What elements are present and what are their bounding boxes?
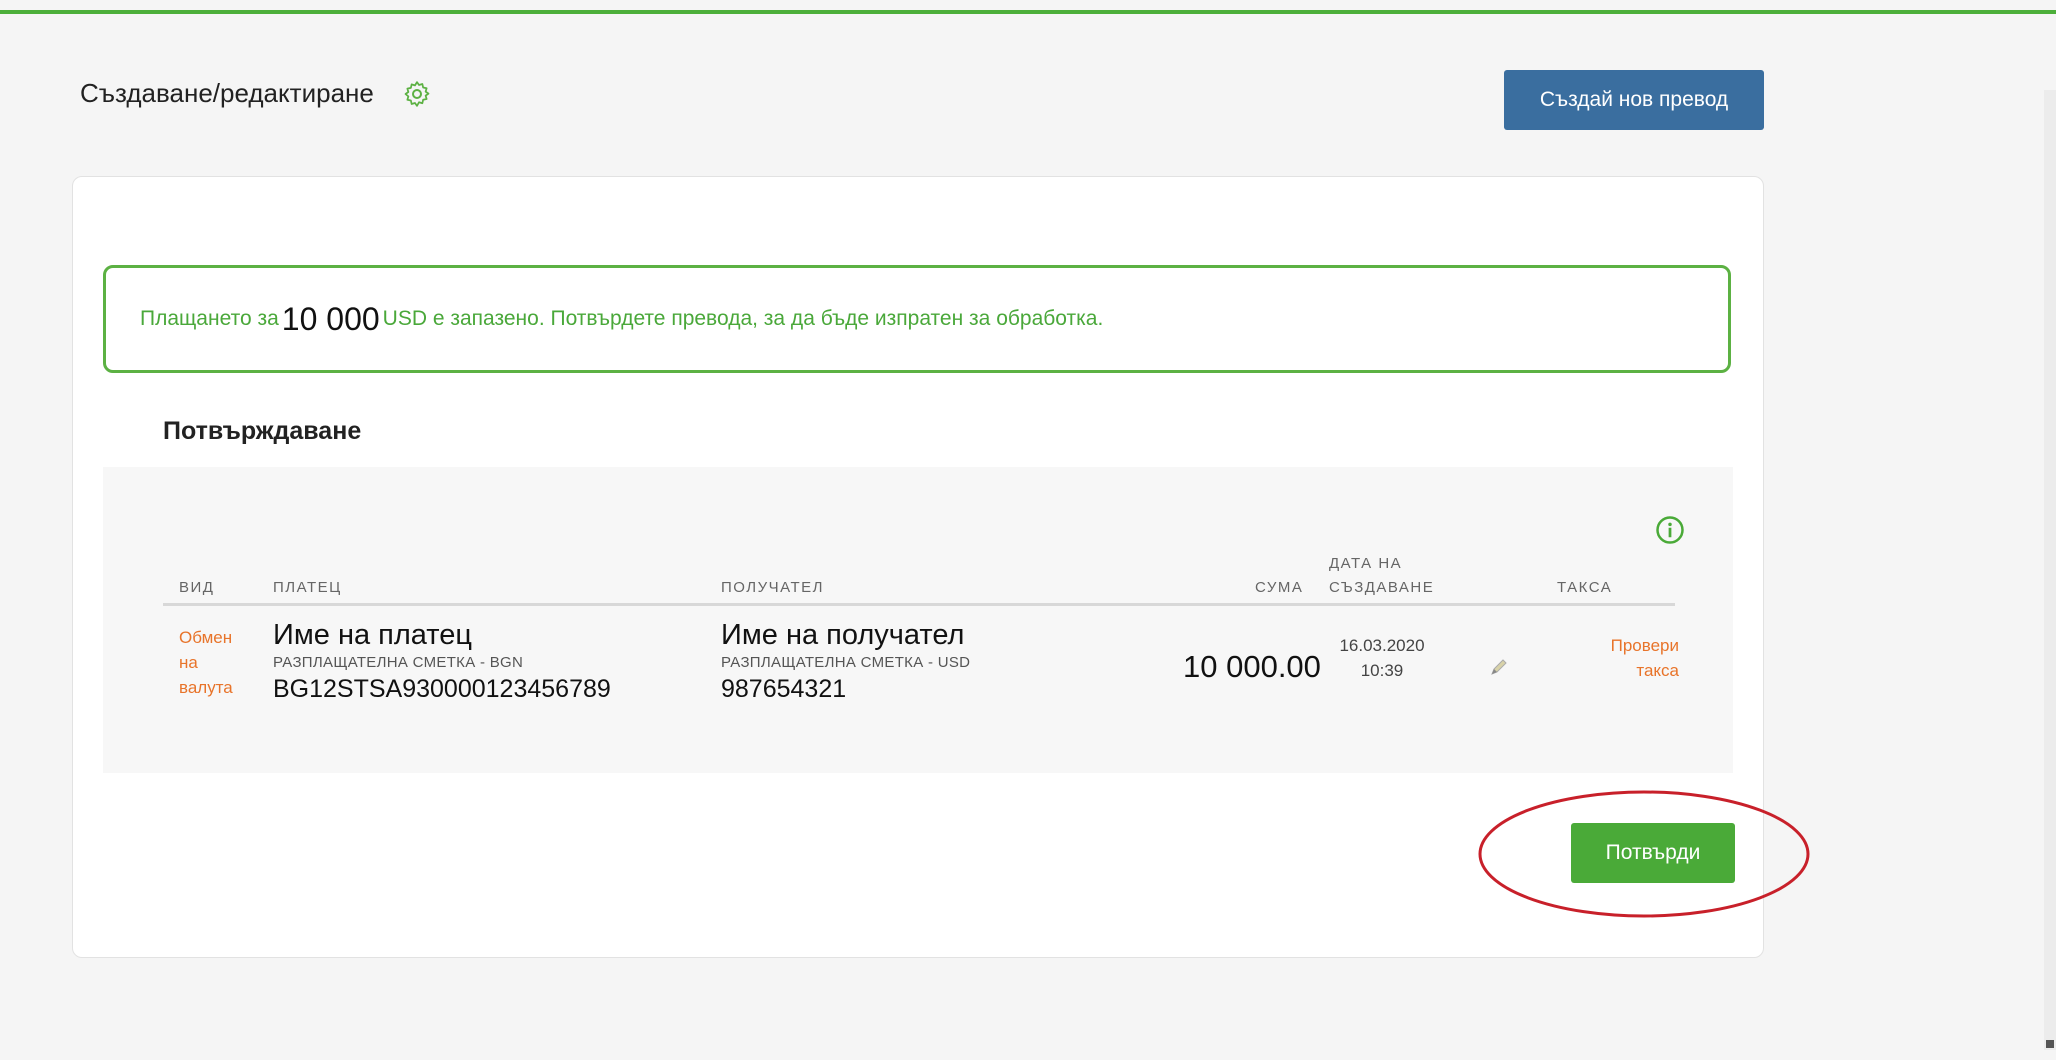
gear-icon[interactable] xyxy=(402,79,432,109)
transfer-sum: 10 000.00 xyxy=(1183,649,1321,684)
payer-name: Име на платец xyxy=(273,619,472,651)
alert-suffix: USD е запазено. Потвърдете превода, за д… xyxy=(382,307,1104,330)
transfer-type-line3: валута xyxy=(179,678,233,697)
check-fee-line1: Провери xyxy=(1610,636,1679,655)
table-header-divider xyxy=(163,603,1675,606)
recipient-account-number: 987654321 xyxy=(721,675,847,703)
column-header-type: вид xyxy=(179,579,215,596)
highlight-annotation-ellipse xyxy=(1478,790,1810,918)
column-header-payer: платец xyxy=(273,579,342,596)
check-fee-line2: такса xyxy=(1636,661,1679,680)
column-header-fee: такса xyxy=(1557,579,1613,596)
page-title-text: Създаване/редактиране xyxy=(80,78,374,108)
transfer-type-line2: на xyxy=(179,653,198,672)
scroll-down-arrow-icon[interactable] xyxy=(2046,1040,2054,1048)
column-header-sum: сума xyxy=(1255,579,1304,596)
top-accent-bar xyxy=(0,10,2056,14)
creation-date-value: 16.03.2020 xyxy=(1339,636,1425,655)
payer-cell: Име на платец РАЗПЛАЩАТЕЛНА СМЕТКА - BGN… xyxy=(273,619,611,704)
creation-date: 16.03.2020 10:39 xyxy=(1327,633,1437,683)
column-header-recipient: получател xyxy=(721,579,824,596)
payer-account-type: РАЗПЛАЩАТЕЛНА СМЕТКА - BGN xyxy=(273,654,524,671)
confirmation-panel: вид платец получател сума дата на създав… xyxy=(103,467,1733,773)
info-icon[interactable] xyxy=(1655,515,1685,545)
alert-amount: 10 000 xyxy=(281,300,380,337)
pencil-icon[interactable] xyxy=(1489,657,1509,677)
column-header-date-line2: създаване xyxy=(1329,579,1435,596)
recipient-account-type: РАЗПЛАЩАТЕЛНА СМЕТКА - USD xyxy=(721,654,971,671)
confirmation-title: Потвърждаване xyxy=(163,417,362,445)
check-fee-link[interactable]: Провери такса xyxy=(1553,633,1679,683)
success-alert: Плащането за 10 000 USD е запазено. Потв… xyxy=(103,265,1731,373)
recipient-name: Име на получател xyxy=(721,619,965,651)
payer-account-number: BG12STSA930000123456789 xyxy=(273,675,611,703)
page-scrollbar[interactable] xyxy=(2044,90,2056,1050)
transfer-type: Обмен на валута xyxy=(179,625,233,700)
page-title: Създаване/редактиране xyxy=(80,78,432,109)
alert-prefix: Плащането за xyxy=(140,307,279,330)
creation-time-value: 10:39 xyxy=(1360,661,1404,680)
create-new-transfer-button[interactable]: Създай нов превод xyxy=(1504,70,1764,130)
transfer-type-line1: Обмен xyxy=(179,628,233,647)
column-header-date-line1: дата на xyxy=(1329,555,1403,572)
recipient-cell: Име на получател РАЗПЛАЩАТЕЛНА СМЕТКА - … xyxy=(721,619,970,704)
